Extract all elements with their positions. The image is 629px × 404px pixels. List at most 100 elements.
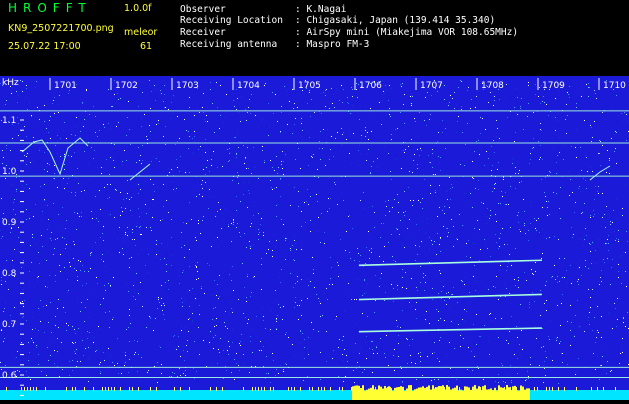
floor-burst	[458, 390, 460, 404]
floor-burst	[450, 389, 452, 404]
floor-burst	[615, 387, 616, 391]
floor-burst	[430, 389, 432, 404]
floor-burst	[368, 388, 370, 404]
floor-burst	[504, 389, 506, 404]
floor-burst	[522, 386, 524, 402]
floor-burst	[261, 387, 262, 391]
y-tick-label: 1.1	[2, 116, 16, 126]
floor-burst	[132, 387, 133, 391]
x-tick-label: 1706	[359, 81, 382, 91]
floor-burst	[549, 387, 550, 391]
floor-burst	[406, 388, 408, 404]
floor-burst	[516, 390, 518, 404]
floor-burst	[603, 387, 604, 391]
x-tick-label: 1705	[298, 81, 321, 91]
floor-burst	[441, 387, 442, 391]
x-tick-label: 1707	[420, 81, 443, 91]
floor-burst	[358, 385, 360, 401]
floor-burst	[381, 387, 382, 391]
y-tick-label: 0.7	[2, 320, 16, 330]
floor-burst	[435, 387, 436, 391]
floor-burst	[378, 385, 380, 401]
floor-burst	[398, 386, 400, 402]
floor-burst	[534, 387, 535, 391]
floor-burst	[420, 387, 422, 403]
floor-burst	[402, 387, 403, 391]
floor-burst	[486, 389, 488, 404]
floor-burst	[528, 388, 530, 404]
floor-burst	[428, 385, 430, 401]
floor-burst	[482, 386, 484, 402]
floor-burst	[150, 387, 151, 391]
floor-burst	[498, 385, 500, 401]
floor-burst	[72, 387, 73, 391]
floor-burst	[156, 387, 157, 391]
floor-burst	[470, 389, 472, 404]
floor-burst	[468, 387, 470, 403]
info-value-location: : Chigasaki, Japan (139.414 35.340)	[295, 15, 496, 26]
floor-burst	[300, 387, 301, 391]
x-tick-label: 1708	[481, 81, 504, 91]
floor-burst	[496, 390, 498, 404]
floor-burst	[384, 386, 386, 402]
x-tick-label: 1709	[542, 81, 565, 91]
floor-burst	[330, 387, 331, 391]
floor-burst	[93, 387, 94, 391]
floor-burst	[404, 390, 406, 404]
floor-burst	[432, 385, 434, 401]
spectrogram-background	[0, 76, 629, 400]
floor-burst	[418, 387, 420, 403]
floor-burst	[252, 387, 253, 391]
floor-burst	[120, 387, 121, 391]
floor-burst	[174, 387, 175, 391]
floor-burst	[189, 387, 190, 391]
info-value-receiver: : AirSpy mini (Miakejima VOR 108.65MHz)	[295, 27, 519, 38]
floor-burst	[243, 387, 244, 391]
floor-burst	[508, 387, 510, 403]
floor-burst	[526, 388, 528, 404]
file-name: KN9_2507221700.png	[8, 23, 114, 34]
floor-burst	[414, 389, 416, 404]
floor-burst	[222, 387, 223, 391]
floor-burst	[558, 387, 559, 391]
floor-burst	[510, 390, 512, 404]
floor-burst	[462, 390, 464, 404]
app-title: HROFFT	[8, 1, 92, 15]
floor-burst	[388, 386, 390, 402]
floor-burst	[422, 386, 424, 402]
mode-value: 61	[140, 41, 153, 52]
floor-burst	[466, 386, 468, 402]
floor-burst	[342, 387, 343, 391]
floor-burst	[270, 387, 271, 391]
floor-burst	[564, 387, 565, 391]
floor-burst	[288, 387, 289, 391]
floor-burst	[454, 387, 456, 403]
floor-burst	[476, 388, 478, 404]
floor-burst	[400, 386, 402, 402]
info-label-observer: Observer	[180, 4, 226, 15]
floor-burst	[24, 387, 25, 391]
floor-burst	[506, 385, 508, 401]
floor-burst	[33, 387, 34, 391]
y-tick-label: 1.0	[2, 167, 17, 177]
floor-burst	[591, 387, 592, 391]
floor-burst	[354, 385, 356, 401]
floor-burst	[456, 387, 457, 391]
floor-burst	[416, 388, 418, 404]
floor-burst	[438, 385, 440, 401]
floor-burst	[394, 387, 396, 403]
floor-burst	[472, 386, 474, 402]
floor-burst	[102, 387, 103, 391]
floor-burst	[291, 387, 292, 391]
floor-burst	[351, 387, 352, 391]
spectrogram-panel: 1.1 1.0 0.9 0.8 0.7 0.6 1701 1702 1703 1704 1705 17…	[0, 76, 629, 404]
timestamp: 25.07.22 17:00	[8, 41, 81, 52]
floor-burst	[484, 385, 486, 401]
y-tick-label: 0.9	[2, 218, 17, 228]
floor-burst	[138, 387, 139, 391]
x-tick-label: 1702	[115, 81, 138, 91]
floor-burst	[375, 387, 376, 391]
floor-burst	[216, 387, 217, 391]
floor-burst	[510, 387, 511, 391]
floor-burst	[105, 387, 106, 391]
